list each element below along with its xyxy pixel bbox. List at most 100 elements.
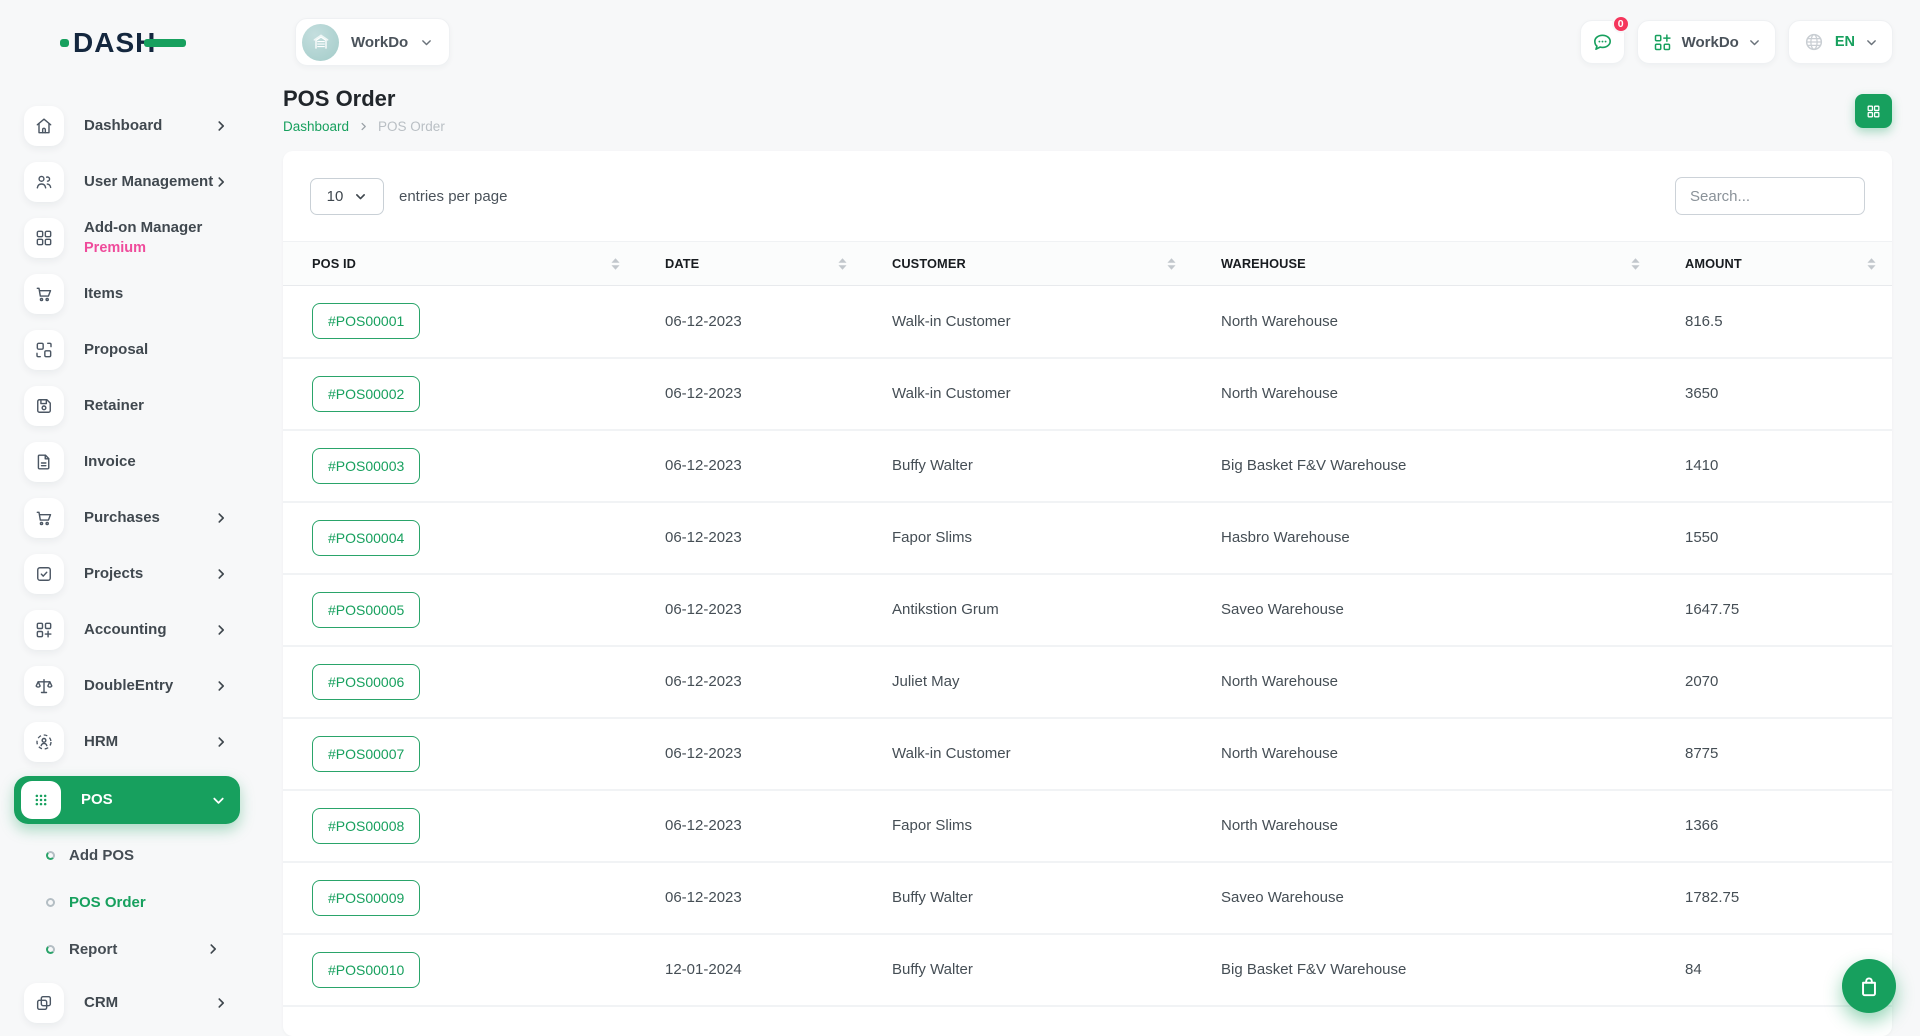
- cell-amount: 1550: [1656, 502, 1892, 574]
- company-switcher[interactable]: WorkDo: [295, 18, 450, 66]
- sort-icon[interactable]: [1867, 257, 1876, 270]
- chevron-right-icon: [214, 119, 228, 133]
- messages-button[interactable]: 0: [1580, 20, 1625, 64]
- sidebar-item-label: Accounting: [84, 621, 214, 640]
- sidebar-item-label: Invoice: [84, 453, 242, 472]
- sidebar-subitem-report[interactable]: Report: [46, 932, 242, 966]
- pos-cart-fab-button[interactable]: [1842, 959, 1896, 1013]
- sidebar-item-items[interactable]: Items: [24, 272, 242, 316]
- column-header-label: AMOUNT: [1685, 256, 1742, 271]
- cell-date: 06-12-2023: [636, 358, 863, 430]
- column-header-warehouse[interactable]: WAREHOUSE: [1192, 242, 1656, 286]
- sidebar: DASH Dashboard User Management Add-on Mana…: [0, 0, 256, 1036]
- cell-pos-id: #POS00006: [283, 646, 636, 718]
- brand-logo[interactable]: DASH: [0, 0, 256, 84]
- cell-pos-id: #POS00008: [283, 790, 636, 862]
- workdo-apps-button[interactable]: WorkDo: [1637, 20, 1776, 64]
- sidebar-subitem-label: Report: [69, 941, 206, 958]
- column-header-date[interactable]: DATE: [636, 242, 863, 286]
- sidebar-subitem-add-pos[interactable]: Add POS: [46, 838, 242, 872]
- language-selector[interactable]: EN: [1788, 20, 1893, 64]
- cell-amount: 1782.75: [1656, 862, 1892, 934]
- company-avatar: [302, 24, 339, 61]
- cell-warehouse: Saveo Warehouse: [1192, 862, 1656, 934]
- sidebar-item-label: Purchases: [84, 509, 214, 528]
- search-input[interactable]: [1675, 177, 1865, 215]
- pos-id-button[interactable]: #POS00007: [312, 736, 420, 772]
- sidebar-item-retainer[interactable]: Retainer: [24, 384, 242, 428]
- entries-per-page-select[interactable]: 10: [310, 178, 384, 215]
- column-header-amount[interactable]: AMOUNT: [1656, 242, 1892, 286]
- pos-id-button[interactable]: #POS00006: [312, 664, 420, 700]
- chat-bubble-icon: [1591, 31, 1614, 54]
- pos-id-button[interactable]: #POS00009: [312, 880, 420, 916]
- sidebar-item-proposal[interactable]: Proposal: [24, 328, 242, 372]
- hrm-icon: [24, 722, 64, 762]
- cell-pos-id: #POS00009: [283, 862, 636, 934]
- pos-id-button[interactable]: #POS00004: [312, 520, 420, 556]
- check-square-icon: [24, 554, 64, 594]
- scale-icon: [24, 666, 64, 706]
- cell-date: 06-12-2023: [636, 646, 863, 718]
- sidebar-item-add-on-manager[interactable]: Add-on ManagerPremium: [24, 216, 242, 260]
- table-body: #POS0000106-12-2023Walk-in CustomerNorth…: [283, 286, 1892, 1006]
- sidebar-subitem-pos-order[interactable]: POS Order: [46, 885, 242, 919]
- sidebar-item-crm[interactable]: CRM: [24, 981, 242, 1025]
- sidebar-item-accounting[interactable]: Accounting: [24, 608, 242, 652]
- cell-date: 06-12-2023: [636, 718, 863, 790]
- cart-icon: [24, 498, 64, 538]
- sort-icon[interactable]: [1631, 257, 1640, 270]
- sort-icon[interactable]: [838, 257, 847, 270]
- sidebar-item-dashboard[interactable]: Dashboard: [24, 104, 242, 148]
- cell-warehouse: North Warehouse: [1192, 286, 1656, 358]
- sidebar-item-projects[interactable]: Projects: [24, 552, 242, 596]
- cell-date: 06-12-2023: [636, 790, 863, 862]
- sidebar-item-label: Add-on ManagerPremium: [84, 219, 242, 258]
- column-header-label: DATE: [665, 256, 699, 271]
- column-header-label: WAREHOUSE: [1221, 256, 1306, 271]
- sort-icon[interactable]: [1167, 257, 1176, 270]
- cards-icon: [24, 983, 64, 1023]
- pos-id-button[interactable]: #POS00005: [312, 592, 420, 628]
- sidebar-item-invoice[interactable]: Invoice: [24, 440, 242, 484]
- sidebar-item-doubleentry[interactable]: DoubleEntry: [24, 664, 242, 708]
- cell-customer: Buffy Walter: [863, 430, 1192, 502]
- pos-id-button[interactable]: #POS00010: [312, 952, 420, 988]
- chevron-down-icon: [211, 793, 226, 808]
- cell-pos-id: #POS00007: [283, 718, 636, 790]
- pos-id-button[interactable]: #POS00001: [312, 303, 420, 339]
- bullet-ring-icon: [46, 851, 55, 860]
- company-name: WorkDo: [351, 34, 408, 51]
- cell-date: 06-12-2023: [636, 502, 863, 574]
- column-header-customer[interactable]: CUSTOMER: [863, 242, 1192, 286]
- chevron-down-icon: [354, 190, 367, 203]
- sidebar-item-pos[interactable]: POS: [14, 776, 240, 824]
- chevron-right-icon: [214, 175, 228, 189]
- cell-pos-id: #POS00005: [283, 574, 636, 646]
- entries-per-page-value: 10: [327, 188, 344, 205]
- sidebar-item-hrm[interactable]: HRM: [24, 720, 242, 764]
- cell-pos-id: #POS00004: [283, 502, 636, 574]
- pos-id-button[interactable]: #POS00008: [312, 808, 420, 844]
- sidebar-submenu-pos: Add POS POS Order Report: [24, 836, 242, 981]
- sidebar-item-user-management[interactable]: User Management: [24, 160, 242, 204]
- pos-id-button[interactable]: #POS00002: [312, 376, 420, 412]
- breadcrumb-dashboard-link[interactable]: Dashboard: [283, 119, 349, 134]
- pos-id-button[interactable]: #POS00003: [312, 448, 420, 484]
- sidebar-item-purchases[interactable]: Purchases: [24, 496, 242, 540]
- layout-grid-button[interactable]: [1855, 94, 1892, 128]
- cell-customer: Juliet May: [863, 646, 1192, 718]
- chevron-down-icon: [1865, 36, 1878, 49]
- bullet-ring-icon: [46, 945, 55, 954]
- svg-text:DASH: DASH: [73, 27, 156, 58]
- dash-logo-icon: DASH: [60, 24, 186, 60]
- table-row: #POS0000506-12-2023Antikstion GrumSaveo …: [283, 574, 1892, 646]
- cell-warehouse: North Warehouse: [1192, 358, 1656, 430]
- shopping-bag-icon: [1856, 973, 1882, 999]
- table-row: #POS0001012-01-2024Buffy WalterBig Baske…: [283, 934, 1892, 1006]
- table-header-row: POS ID DATE CUSTOMER WAREHOUSE AMOUNT: [283, 242, 1892, 286]
- column-header-pos-id[interactable]: POS ID: [283, 242, 636, 286]
- cell-date: 06-12-2023: [636, 286, 863, 358]
- breadcrumb: Dashboard POS Order: [283, 119, 445, 134]
- sort-icon[interactable]: [611, 257, 620, 270]
